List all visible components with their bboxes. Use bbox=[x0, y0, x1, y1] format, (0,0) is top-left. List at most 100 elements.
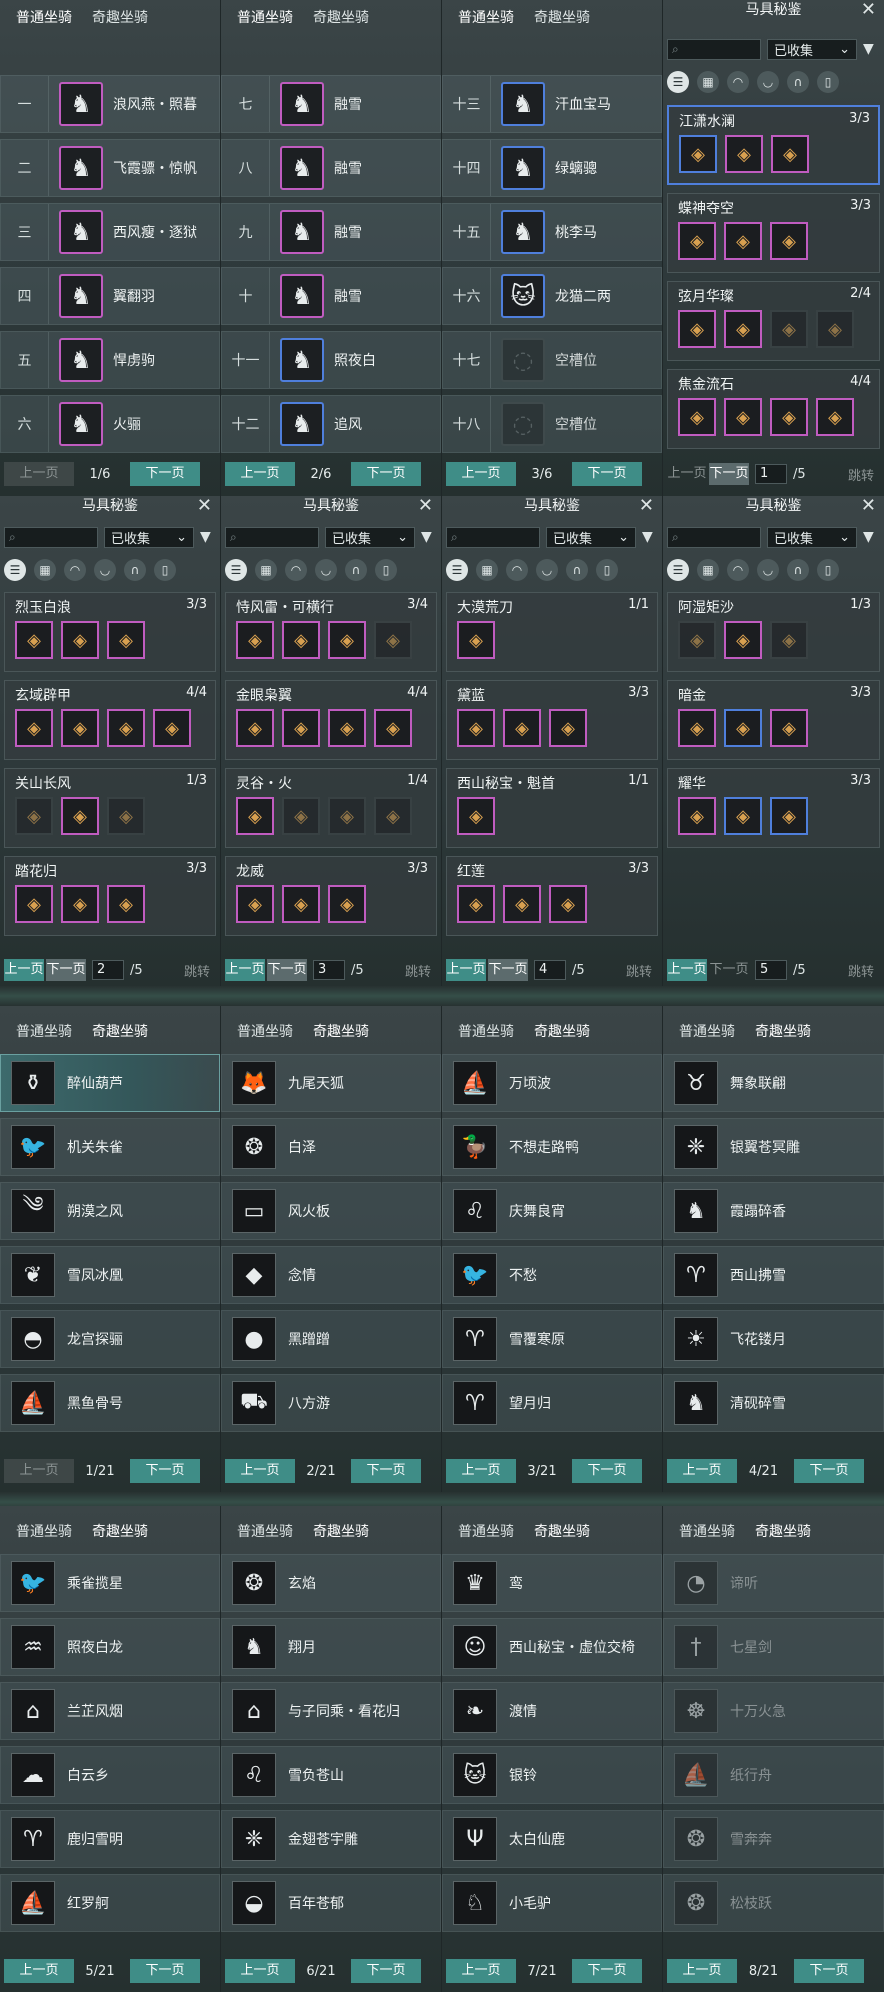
gear-item-icon[interactable]: ◈ bbox=[725, 135, 763, 173]
mount-row[interactable]: 十三 ♞ 汗血宝马 bbox=[442, 75, 662, 133]
gear-item-icon[interactable]: ◈ bbox=[107, 885, 145, 923]
gear-item-icon[interactable]: ◈ bbox=[15, 709, 53, 747]
shield-category-icon[interactable]: ▯ bbox=[596, 559, 618, 581]
gear-item-icon[interactable]: ◈ bbox=[549, 885, 587, 923]
fun-mount-row[interactable]: † 七星剑 bbox=[663, 1618, 884, 1676]
prev-page-button[interactable]: 上一页 bbox=[667, 463, 707, 485]
prev-page-button[interactable]: 上一页 bbox=[4, 462, 74, 486]
next-page-button[interactable]: 下一页 bbox=[351, 1959, 421, 1983]
jump-button[interactable]: 跳转 bbox=[626, 961, 658, 980]
mount-row[interactable]: 十二 ♞ 追风 bbox=[221, 395, 441, 453]
codex-set[interactable]: 灵谷・火 1/4 ◈ ◈ ◈ ◈ bbox=[225, 768, 437, 848]
page-number-input[interactable]: 5 bbox=[755, 960, 787, 980]
codex-set[interactable]: 江潇水澜 3/3 ◈ ◈ ◈ bbox=[667, 105, 880, 185]
mount-row[interactable]: 八 ♞ 融雪 bbox=[221, 139, 441, 197]
codex-set[interactable]: 弦月华璨 2/4 ◈ ◈ ◈ ◈ bbox=[667, 281, 880, 361]
all-category-icon[interactable]: ☰ bbox=[4, 559, 26, 581]
fun-mount-row[interactable]: 🐦 不愁 bbox=[442, 1246, 662, 1304]
tab-fun-mounts[interactable]: 奇趣坐骑 bbox=[92, 1521, 148, 1541]
gear-item-icon[interactable]: ◈ bbox=[678, 398, 716, 436]
codex-set[interactable]: 暗金 3/3 ◈ ◈ ◈ bbox=[667, 680, 880, 760]
jump-button[interactable]: 跳转 bbox=[184, 961, 216, 980]
gear-item-icon[interactable]: ◈ bbox=[15, 885, 53, 923]
gear-item-icon[interactable]: ◈ bbox=[678, 621, 716, 659]
prev-page-button[interactable]: 上一页 bbox=[225, 462, 295, 486]
gear-item-icon[interactable]: ◈ bbox=[457, 709, 495, 747]
gear-item-icon[interactable]: ◈ bbox=[282, 709, 320, 747]
collected-filter-dropdown[interactable]: 已收集 ⌄ bbox=[767, 38, 857, 60]
gear-item-icon[interactable]: ◈ bbox=[724, 310, 762, 348]
grid-category-icon[interactable]: ▦ bbox=[255, 559, 277, 581]
fun-mount-row[interactable]: Ψ 太白仙鹿 bbox=[442, 1810, 662, 1868]
gear-item-icon[interactable]: ◈ bbox=[374, 621, 412, 659]
mount-row[interactable]: 十六 🐱 龙猫二两 bbox=[442, 267, 662, 325]
tab-normal-mounts[interactable]: 普通坐骑 bbox=[16, 7, 72, 27]
prev-page-button[interactable]: 上一页 bbox=[446, 1459, 516, 1483]
mount-row[interactable]: 十五 ♞ 桃李马 bbox=[442, 203, 662, 261]
codex-set[interactable]: 玄域辟甲 4/4 ◈ ◈ ◈ ◈ bbox=[4, 680, 216, 760]
search-input[interactable]: ⌕ bbox=[667, 526, 761, 548]
saddle-category-icon[interactable]: ◠ bbox=[285, 559, 307, 581]
grid-category-icon[interactable]: ▦ bbox=[697, 559, 719, 581]
gear-item-icon[interactable]: ◈ bbox=[816, 310, 854, 348]
gear-item-icon[interactable]: ◈ bbox=[549, 709, 587, 747]
gear-item-icon[interactable]: ◈ bbox=[457, 885, 495, 923]
fun-mount-row[interactable]: ♛ 鸾 bbox=[442, 1554, 662, 1612]
shield-category-icon[interactable]: ▯ bbox=[154, 559, 176, 581]
prev-page-button[interactable]: 上一页 bbox=[667, 1959, 737, 1983]
prev-page-button[interactable]: 上一页 bbox=[667, 1459, 737, 1483]
gear-item-icon[interactable]: ◈ bbox=[678, 310, 716, 348]
tab-fun-mounts[interactable]: 奇趣坐骑 bbox=[755, 1521, 811, 1541]
gear-item-icon[interactable]: ◈ bbox=[724, 709, 762, 747]
fun-mount-row[interactable]: ♌ 雪负苍山 bbox=[221, 1746, 441, 1804]
mount-row[interactable]: 十 ♞ 融雪 bbox=[221, 267, 441, 325]
gear-item-icon[interactable]: ◈ bbox=[679, 135, 717, 173]
gear-item-icon[interactable]: ◈ bbox=[107, 621, 145, 659]
fun-mount-row[interactable]: ⛵ 纸行舟 bbox=[663, 1746, 884, 1804]
fun-mount-row[interactable]: ▭ 风火板 bbox=[221, 1182, 441, 1240]
gear-item-icon[interactable]: ◈ bbox=[236, 621, 274, 659]
fun-mount-row[interactable]: ❦ 雪凤冰凰 bbox=[0, 1246, 220, 1304]
gear-item-icon[interactable]: ◈ bbox=[503, 709, 541, 747]
gear-item-icon[interactable]: ◈ bbox=[282, 885, 320, 923]
search-input[interactable]: ⌕ bbox=[225, 526, 319, 548]
fun-mount-row[interactable]: 🐦 乘雀揽星 bbox=[0, 1554, 220, 1612]
shield-category-icon[interactable]: ▯ bbox=[375, 559, 397, 581]
next-page-button[interactable]: 下一页 bbox=[130, 462, 200, 486]
tab-normal-mounts[interactable]: 普通坐骑 bbox=[237, 1521, 293, 1541]
codex-set[interactable]: 关山长风 1/3 ◈ ◈ ◈ bbox=[4, 768, 216, 848]
fun-mount-row[interactable]: ❂ 白泽 bbox=[221, 1118, 441, 1176]
gear-item-icon[interactable]: ◈ bbox=[770, 621, 808, 659]
prev-page-button[interactable]: 上一页 bbox=[667, 959, 707, 981]
fun-mount-row[interactable]: ☸ 十万火急 bbox=[663, 1682, 884, 1740]
horseshoe-category-icon[interactable]: ∩ bbox=[124, 559, 146, 581]
gear-item-icon[interactable]: ◈ bbox=[61, 885, 99, 923]
tab-normal-mounts[interactable]: 普通坐骑 bbox=[458, 7, 514, 27]
fun-mount-row[interactable]: ♞ 清砚碎雪 bbox=[663, 1374, 884, 1432]
armor-category-icon[interactable]: ◡ bbox=[94, 559, 116, 581]
gear-item-icon[interactable]: ◈ bbox=[678, 709, 716, 747]
jump-button[interactable]: 跳转 bbox=[405, 961, 437, 980]
gear-item-icon[interactable]: ◈ bbox=[107, 797, 145, 835]
collected-filter-dropdown[interactable]: 已收集 ⌄ bbox=[325, 526, 415, 548]
grid-category-icon[interactable]: ▦ bbox=[476, 559, 498, 581]
search-input[interactable]: ⌕ bbox=[667, 38, 761, 60]
prev-page-button[interactable]: 上一页 bbox=[4, 959, 44, 981]
fun-mount-row[interactable]: ☺ 西山秘宝・虚位交椅 bbox=[442, 1618, 662, 1676]
codex-set[interactable]: 耀华 3/3 ◈ ◈ ◈ bbox=[667, 768, 880, 848]
gear-item-icon[interactable]: ◈ bbox=[374, 709, 412, 747]
saddle-category-icon[interactable]: ◠ bbox=[506, 559, 528, 581]
fun-mount-row[interactable]: ☀ 飞花镂月 bbox=[663, 1310, 884, 1368]
gear-item-icon[interactable]: ◈ bbox=[457, 797, 495, 835]
next-page-button[interactable]: 下一页 bbox=[709, 959, 749, 981]
fun-mount-row[interactable]: ♞ 翔月 bbox=[221, 1618, 441, 1676]
codex-set[interactable]: 红莲 3/3 ◈ ◈ ◈ bbox=[446, 856, 658, 936]
page-number-input[interactable]: 4 bbox=[534, 960, 566, 980]
tab-normal-mounts[interactable]: 普通坐骑 bbox=[679, 1521, 735, 1541]
funnel-icon[interactable]: ▼ bbox=[200, 529, 211, 545]
tab-normal-mounts[interactable]: 普通坐骑 bbox=[679, 1021, 735, 1041]
gear-item-icon[interactable]: ◈ bbox=[770, 222, 808, 260]
jump-button[interactable]: 跳转 bbox=[848, 465, 880, 484]
next-page-button[interactable]: 下一页 bbox=[794, 1959, 864, 1983]
codex-set[interactable]: 金眼枭翼 4/4 ◈ ◈ ◈ ◈ bbox=[225, 680, 437, 760]
